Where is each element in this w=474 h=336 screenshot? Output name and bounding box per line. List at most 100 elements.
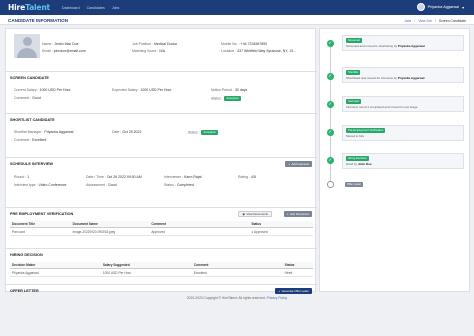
interview-datetime: Date / Time : Oct 26 2022 09:00 AM <box>86 175 142 179</box>
interview-status: Status : Completed <box>164 182 194 187</box>
schedule-interview-section: SCHEDULE INTERVIEW + Add Interview Round … <box>6 157 317 197</box>
table-cell: 1000 USD Per Hour <box>100 268 192 278</box>
documents-table: Document Title Document Name Comment Sta… <box>10 221 313 237</box>
section-title: SCHEDULE INTERVIEW <box>10 162 53 166</box>
candidate-photo <box>14 34 40 58</box>
current-salary: Current Salary : 1000 USD Per Hour <box>14 88 71 92</box>
interview-rating: Rating : 4/5 <box>238 175 256 179</box>
column-header: Status <box>282 262 313 270</box>
timeline: ✓ Screened Screened and moved to shortli… <box>320 29 471 293</box>
nav-jobs[interactable]: Jobs <box>112 6 120 10</box>
notice-period: Notice Period : 30 days <box>211 88 248 92</box>
avatar[interactable] <box>416 3 425 11</box>
section-title: PRE EMPLOYMENT VERIFICATION <box>10 212 74 216</box>
page-title: CANDIDATE INFORMATION <box>8 18 69 23</box>
pre-employment-section: PRE EMPLOYMENT VERIFICATION ◉ View Docume… <box>6 207 317 241</box>
timeline-item-screened: Screened Screened and moved to shortlist… <box>342 35 464 52</box>
breadcrumb-separator: / <box>434 18 436 23</box>
interviewer: Interviewer : Karm Rajat <box>164 175 202 179</box>
user-name[interactable]: Priyanka Aggarwal <box>428 5 459 9</box>
column-header: Decision Maker <box>10 262 101 270</box>
screen-comment: Comment : Good <box>14 96 41 100</box>
timeline-item-shortlist: Shortlist Shortlisted and moved for inte… <box>342 67 464 84</box>
check-icon: ● <box>251 229 254 234</box>
column-header: Salary Suggested <box>100 262 192 270</box>
timeline-item-pre-employment: Pre-Employment Verification Moved to hir… <box>342 125 464 142</box>
check-icon: ✓ <box>327 73 334 80</box>
table-row: Pan card image-20220920-093015.jpeg Appr… <box>10 227 313 237</box>
top-navbar: HireTalent Dashboard Candidates Jobs Pri… <box>0 0 474 15</box>
candidate-location: Location : 437 Whitfield Way Syracuse, N… <box>221 49 296 53</box>
person-icon <box>22 37 32 46</box>
section-title: SCREEN CANDIDATE <box>10 76 49 80</box>
candidate-job-position: Job Position : Medical Doctor <box>132 42 178 46</box>
hiring-decision-section: HIRING DECISION Decision Maker Salary Su… <box>6 248 317 280</box>
column-header: Document Name <box>70 221 150 229</box>
view-documents-button[interactable]: ◉ View Documents <box>238 211 272 217</box>
screen-candidate-section: SCREEN CANDIDATE Current Salary : 1000 U… <box>6 71 317 107</box>
breadcrumb-current: Screen Candidate <box>438 18 466 23</box>
table-row: Priyanka Aggarwal 1000 USD Per Hour Exce… <box>10 268 313 278</box>
privacy-policy-link[interactable]: Privacy Policy <box>267 296 288 300</box>
chevron-down-icon[interactable]: ▾ <box>462 5 464 10</box>
column-header: Comment <box>191 262 283 270</box>
interview-round: Round : 1 <box>14 175 30 179</box>
add-document-button[interactable]: + Add Document <box>283 211 312 217</box>
hiring-decision-table: Decision Maker Salary Suggested Comment … <box>10 262 313 278</box>
copyright-text: 2020-2023 Copyright © HireTalent. All ri… <box>186 296 266 300</box>
plus-icon: + <box>286 211 289 216</box>
check-icon: ✓ <box>327 101 334 108</box>
eye-icon: ◉ <box>242 211 245 216</box>
status-timeline-panel: ✓ Screened Screened and moved to shortli… <box>319 28 470 292</box>
breadcrumb-view-job[interactable]: View Job <box>418 19 432 23</box>
nav-dashboard[interactable]: Dashboard <box>62 6 80 10</box>
person-body-icon <box>17 47 37 58</box>
table-cell: Excellent <box>191 268 283 278</box>
main-nav: Dashboard Candidates Jobs <box>62 6 119 10</box>
nav-candidates[interactable]: Candidates <box>87 6 105 10</box>
footer: 2020-2023 Copyright © HireTalent. All ri… <box>0 296 474 300</box>
offer-letter-section: OFFER LETTER + Generate Offer Letter <box>6 284 317 294</box>
breadcrumb: Jobs / View Job / Screen Candidate <box>404 19 466 23</box>
timeline-item-interview: Interview Interview round 1 completed an… <box>342 96 464 113</box>
candidate-mobile: Mobile No. : +44 7234567890 <box>221 42 268 46</box>
check-icon: ✓ <box>327 40 334 47</box>
table-cell: Priyanka Aggarwal <box>10 268 101 278</box>
header-bar: CANDIDATE INFORMATION Jobs / View Job / … <box>0 15 474 25</box>
candidate-panel: Name : Jerish Mac Doe Email : johndoe@em… <box>5 28 317 294</box>
candidate-email: Email : johndoe@email.com <box>42 49 86 53</box>
section-title: OFFER LETTER <box>10 289 39 293</box>
table-cell: Approved <box>149 227 250 237</box>
shortlist-date: Date : Oct 25 2022 <box>112 130 142 134</box>
user-menu[interactable]: Priyanka Aggarwal ▾ <box>416 3 464 11</box>
shortlist-status: Status : Accepted <box>188 129 218 135</box>
check-icon: ✓ <box>327 129 334 136</box>
candidate-name: Name : Jerish Mac Doe <box>42 42 79 46</box>
interview-assessment: Assessment : Good <box>86 182 117 187</box>
column-header: Comment <box>149 221 250 229</box>
timeline-item-offer-letter: Offer Letter <box>345 182 364 187</box>
status-badge: Accepted <box>223 95 241 101</box>
column-header: Document Title <box>10 221 71 229</box>
document-link[interactable]: image-20220920-093015.jpeg <box>70 227 150 237</box>
plus-icon: + <box>288 161 290 166</box>
shortlist-manager: Shortlist Manager : Priyanka Aggarwal <box>14 130 74 134</box>
shortlist-candidate-section: SHORTLIST CANDIDATE Shortlist Manager : … <box>6 113 317 149</box>
candidate-matching-score: Matching Score : N/A <box>132 49 166 53</box>
expected-salary: Expected Salary : 1000 USD Per Hour <box>112 88 172 92</box>
breadcrumb-separator: / <box>414 18 416 23</box>
section-title: HIRING DECISION <box>10 253 43 257</box>
generate-offer-letter-button[interactable]: + Generate Offer Letter <box>275 288 312 294</box>
table-cell: Hired <box>282 268 313 278</box>
status-badge: Accepted <box>200 129 218 135</box>
shortlist-comment: Comment : Excellent <box>14 138 47 142</box>
add-interview-button[interactable]: + Add Interview <box>285 161 312 167</box>
check-icon: ✓ <box>327 157 334 164</box>
breadcrumb-jobs[interactable]: Jobs <box>404 19 411 23</box>
timeline-item-hiring-decision: Hiring Decision Hired by John Doe <box>342 153 464 170</box>
table-cell: ● Approved <box>249 227 313 237</box>
section-title: SHORTLIST CANDIDATE <box>10 118 55 122</box>
pending-circle-icon <box>327 181 334 188</box>
table-cell: Pan card <box>10 227 71 237</box>
hiretalent-logo[interactable]: HireTalent <box>8 3 50 12</box>
